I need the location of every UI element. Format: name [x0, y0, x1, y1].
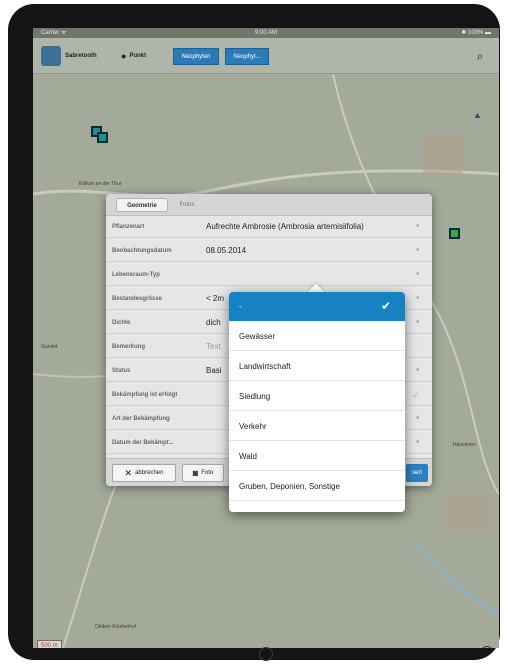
option-label: Landwirtschaft: [239, 362, 291, 371]
search-icon[interactable]: ⌕: [471, 47, 489, 65]
picker-option[interactable]: Gewässer: [229, 322, 405, 351]
photo-button[interactable]: ◙ Foto: [182, 464, 224, 482]
field-value: 08.05.2014: [206, 246, 247, 255]
option-label: Gruben, Deponien, Sonstige: [239, 482, 340, 491]
habitat-type-picker: - ✔ Gewässer Landwirtschaft Siedlung Ver…: [229, 292, 405, 512]
field-label: Lebensraum-Typ: [112, 272, 160, 278]
photo-label: Foto: [201, 470, 214, 476]
sabretooth-label: Sabretooth: [65, 53, 97, 59]
picker-option[interactable]: Landwirtschaft: [229, 352, 405, 381]
cancel-label: abbrechen: [135, 470, 164, 476]
chevron-down-icon: ▾: [416, 415, 420, 422]
battery-label: ✱ 100% ▬: [461, 30, 491, 36]
checkmark-icon[interactable]: ✓: [412, 384, 420, 406]
field-value: < 2m: [206, 294, 225, 303]
field-lebensraum-typ[interactable]: Lebensraum-Typ ▾: [106, 264, 432, 286]
chevron-down-icon: ▾: [416, 247, 420, 254]
tab-geometrie[interactable]: Geometrie: [116, 198, 168, 212]
option-label: Gewässer: [239, 332, 276, 341]
picker-option[interactable]: Wald: [229, 442, 405, 471]
save-button[interactable]: sert: [406, 464, 428, 482]
layer-button-neophyten[interactable]: Neophyten: [173, 48, 219, 65]
field-value: dich: [206, 318, 221, 327]
picker-option[interactable]: Siedlung: [229, 382, 405, 411]
observation-marker[interactable]: [97, 132, 108, 143]
picker-option[interactable]: Gruben, Deponien, Sonstige: [229, 472, 405, 501]
field-label: Status: [112, 368, 131, 374]
sabretooth-tool[interactable]: Sabretooth: [65, 38, 97, 74]
chevron-down-icon: ▾: [416, 271, 420, 278]
scale-bar: 500 m: [37, 640, 62, 648]
option-label: -: [239, 302, 242, 311]
status-bar: Carrier ᯤ 9:00 AM ✱ 100% ▬: [33, 28, 499, 38]
chevron-down-icon: ▾: [416, 367, 420, 374]
field-value: Aufrechte Ambrosie (Ambrosia artemisiifo…: [206, 222, 364, 231]
field-beobachtungsdatum[interactable]: Beobachtungsdatum 08.05.2014 ▾: [106, 240, 432, 262]
field-value: Basi: [206, 366, 222, 375]
clock-label: 9:00 AM: [254, 30, 277, 36]
option-label: Wald: [239, 452, 257, 461]
camera-icon: ◙: [192, 468, 199, 478]
field-label: Bemerkung: [112, 344, 146, 350]
cancel-button[interactable]: ✕ abbrechen: [112, 464, 176, 482]
built-area: [443, 494, 493, 534]
punkt-tool[interactable]: ● Punkt: [121, 38, 146, 74]
map-toolbar: Sabretooth ● Punkt Neophyten Neophyt... …: [33, 38, 499, 74]
field-label: Art der Bekämpfung: [112, 416, 170, 422]
chevron-down-icon: ▾: [416, 223, 420, 230]
option-label: Verkehr: [239, 422, 267, 431]
close-icon: ✕: [124, 467, 133, 478]
field-label: Bestandesgrösse: [112, 296, 163, 302]
place-label: Ottikon Fürstenhof: [95, 624, 137, 630]
north-arrow-icon: ▲: [473, 110, 482, 120]
option-label: Siedlung: [239, 392, 271, 401]
field-label: Bekämpfung ist erfolgt: [112, 392, 178, 398]
layer-button-label: Neophyt...: [233, 53, 261, 60]
home-button[interactable]: [259, 647, 273, 661]
field-label: Pflanzenart: [112, 224, 145, 230]
place-label: Ettikon an der Thur: [79, 181, 122, 187]
punkt-label: Punkt: [129, 53, 147, 59]
layer-button-neophyt[interactable]: Neophyt...: [225, 48, 269, 65]
ipad-frame: Carrier ᯤ 9:00 AM ✱ 100% ▬ Sabretooth ● …: [8, 4, 500, 661]
chevron-down-icon: ▾: [416, 319, 420, 326]
field-label: Dichte: [112, 320, 131, 326]
checkmark-icon: ✔: [381, 299, 392, 313]
river: [411, 542, 499, 616]
chevron-down-icon: ▾: [416, 439, 420, 446]
place-label: Häusleren: [453, 442, 476, 448]
picker-option[interactable]: Verkehr: [229, 412, 405, 441]
layer-button-label: Neophyten: [181, 53, 211, 60]
place-label: Gundet: [41, 344, 58, 350]
picker-option[interactable]: - ✔: [229, 292, 405, 321]
screen: Carrier ᯤ 9:00 AM ✱ 100% ▬ Sabretooth ● …: [33, 28, 499, 648]
field-label: Beobachtungsdatum: [112, 248, 172, 254]
field-placeholder: Text: [206, 342, 221, 351]
tab-fotos[interactable]: Fotos: [172, 198, 202, 212]
field-label: Datum der Bekämpf...: [112, 440, 174, 446]
observation-marker[interactable]: [449, 228, 460, 239]
app-logo-icon[interactable]: [41, 46, 61, 66]
field-pflanzenart[interactable]: Pflanzenart Aufrechte Ambrosie (Ambrosia…: [106, 216, 432, 238]
chevron-down-icon: ▾: [416, 295, 420, 302]
point-icon: ●: [121, 51, 127, 61]
form-tabs: Geometrie Fotos: [106, 194, 432, 216]
built-area: [423, 134, 463, 174]
